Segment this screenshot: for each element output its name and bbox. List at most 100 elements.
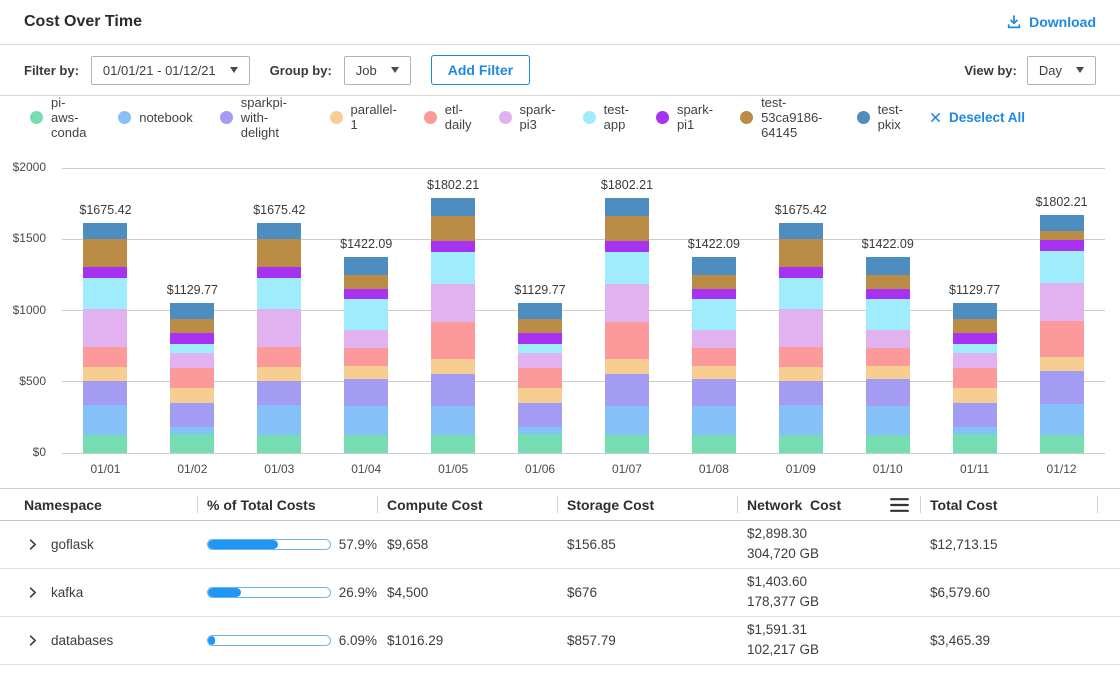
bar-segment-test-app[interactable] [170, 344, 214, 353]
view-by-select[interactable]: Day [1027, 56, 1096, 85]
bar-segment-spark-pi1[interactable] [1040, 240, 1084, 251]
expand-chevron-icon[interactable] [26, 634, 39, 647]
bar-segment-etl-daily[interactable] [779, 347, 823, 367]
bar-segment-spark-pi1[interactable] [692, 289, 736, 298]
legend-item-sparkpi-with-delight[interactable]: sparkpi-with-delight [220, 95, 303, 140]
bar-segment-parallel-1[interactable] [1040, 357, 1084, 371]
deselect-all-button[interactable]: Deselect All [930, 110, 1025, 125]
bar-segment-parallel-1[interactable] [83, 367, 127, 380]
bar-segment-pi-aws-conda[interactable] [605, 435, 649, 453]
bar-segment-pi-aws-conda[interactable] [1040, 435, 1084, 453]
bar-segment-parallel-1[interactable] [692, 366, 736, 379]
legend-item-notebook[interactable]: notebook [118, 110, 193, 125]
bar-segment-sparkpi-with-delight[interactable] [1040, 371, 1084, 404]
legend-item-etl-daily[interactable]: etl-daily [424, 102, 472, 132]
expand-chevron-icon[interactable] [26, 538, 39, 551]
bar-segment-notebook[interactable] [431, 406, 475, 435]
bar-segment-notebook[interactable] [170, 427, 214, 434]
bar-segment-sparkpi-with-delight[interactable] [953, 403, 997, 427]
bar-segment-test-pkix[interactable] [170, 303, 214, 319]
bar-segment-spark-pi3[interactable] [170, 353, 214, 367]
bar-segment-spark-pi3[interactable] [83, 309, 127, 347]
bar-segment-spark-pi3[interactable] [692, 330, 736, 347]
bar-segment-spark-pi3[interactable] [953, 353, 997, 367]
legend-item-test-53ca9186-64145[interactable]: test-53ca9186-64145 [740, 95, 830, 140]
bar-segment-etl-daily[interactable] [83, 347, 127, 367]
bar-segment-sparkpi-with-delight[interactable] [257, 381, 301, 406]
bar-segment-etl-daily[interactable] [866, 348, 910, 366]
bar-segment-sparkpi-with-delight[interactable] [866, 379, 910, 406]
bar-segment-pi-aws-conda[interactable] [344, 435, 388, 453]
bar-segment-parallel-1[interactable] [257, 367, 301, 380]
bar-segment-notebook[interactable] [83, 405, 127, 434]
bar-segment-test-app[interactable] [83, 278, 127, 310]
bar-segment-test-53ca9186-64145[interactable] [170, 319, 214, 333]
add-filter-button[interactable]: Add Filter [431, 55, 530, 85]
bar-segment-spark-pi1[interactable] [170, 333, 214, 344]
bar-segment-test-53ca9186-64145[interactable] [518, 319, 562, 333]
bar-segment-test-53ca9186-64145[interactable] [692, 275, 736, 289]
bar-segment-test-pkix[interactable] [518, 303, 562, 319]
bar-segment-test-app[interactable] [692, 299, 736, 331]
bar-segment-test-53ca9186-64145[interactable] [605, 216, 649, 241]
bar-segment-etl-daily[interactable] [170, 368, 214, 388]
table-row-databases[interactable]: databases 6.09% $1016.29 $857.79 $1,591.… [0, 617, 1120, 665]
bar-segment-test-53ca9186-64145[interactable] [431, 216, 475, 241]
download-button[interactable]: Download [1006, 14, 1096, 30]
bar-segment-notebook[interactable] [692, 406, 736, 435]
legend-item-test-pkix[interactable]: test-pkix [857, 102, 903, 132]
legend-item-test-app[interactable]: test-app [583, 102, 629, 132]
bar-segment-sparkpi-with-delight[interactable] [605, 374, 649, 406]
bar-segment-notebook[interactable] [779, 405, 823, 434]
bar-segment-spark-pi3[interactable] [1040, 283, 1084, 320]
legend-item-spark-pi1[interactable]: spark-pi1 [656, 102, 713, 132]
bar-segment-test-53ca9186-64145[interactable] [779, 239, 823, 266]
bar-segment-test-app[interactable] [344, 299, 388, 331]
bar-segment-sparkpi-with-delight[interactable] [692, 379, 736, 406]
bar-segment-test-pkix[interactable] [866, 257, 910, 275]
bar-segment-etl-daily[interactable] [431, 322, 475, 360]
bar-segment-test-app[interactable] [518, 344, 562, 353]
table-row-kafka[interactable]: kafka 26.9% $4,500 $676 $1,403.60 178,37… [0, 569, 1120, 617]
bar-segment-test-53ca9186-64145[interactable] [257, 239, 301, 266]
bar-segment-test-53ca9186-64145[interactable] [344, 275, 388, 289]
bar-segment-pi-aws-conda[interactable] [83, 435, 127, 453]
bar-segment-notebook[interactable] [344, 406, 388, 435]
legend-item-pi-aws-conda[interactable]: pi-aws-conda [30, 95, 91, 140]
bar-segment-pi-aws-conda[interactable] [866, 435, 910, 453]
bar-segment-etl-daily[interactable] [953, 368, 997, 388]
bar-segment-spark-pi1[interactable] [344, 289, 388, 298]
bar-segment-sparkpi-with-delight[interactable] [83, 381, 127, 406]
bar-segment-parallel-1[interactable] [953, 388, 997, 403]
bar-segment-spark-pi3[interactable] [344, 330, 388, 347]
bar-segment-test-53ca9186-64145[interactable] [953, 319, 997, 333]
column-header-storage-cost[interactable]: Storage Cost [557, 489, 737, 520]
bar-segment-spark-pi3[interactable] [866, 330, 910, 347]
bar-segment-spark-pi3[interactable] [257, 309, 301, 347]
bar-segment-etl-daily[interactable] [605, 322, 649, 360]
bar-segment-pi-aws-conda[interactable] [953, 434, 997, 453]
bar-segment-test-app[interactable] [1040, 251, 1084, 283]
namespace-cell[interactable]: databases [0, 633, 197, 648]
bar-segment-pi-aws-conda[interactable] [692, 435, 736, 453]
bar-segment-pi-aws-conda[interactable] [779, 435, 823, 453]
bar-segment-spark-pi1[interactable] [257, 267, 301, 278]
bar-segment-notebook[interactable] [866, 406, 910, 435]
bar-segment-test-pkix[interactable] [1040, 215, 1084, 232]
table-row-goflask[interactable]: goflask 57.9% $9,658 $156.85 $2,898.30 3… [0, 521, 1120, 569]
bar-segment-test-pkix[interactable] [953, 303, 997, 319]
bar-segment-test-app[interactable] [779, 278, 823, 310]
bar-segment-spark-pi3[interactable] [605, 284, 649, 321]
bar-segment-parallel-1[interactable] [431, 359, 475, 373]
column-header-pct-total-costs[interactable]: % of Total Costs [197, 489, 377, 520]
bar-segment-parallel-1[interactable] [605, 359, 649, 373]
bar-segment-test-app[interactable] [605, 252, 649, 284]
bar-segment-spark-pi1[interactable] [518, 333, 562, 344]
bar-segment-spark-pi3[interactable] [431, 284, 475, 321]
bar-segment-spark-pi3[interactable] [779, 309, 823, 347]
bar-segment-spark-pi1[interactable] [83, 267, 127, 278]
bar-segment-spark-pi1[interactable] [866, 289, 910, 298]
bar-segment-spark-pi1[interactable] [779, 267, 823, 278]
bar-segment-pi-aws-conda[interactable] [170, 434, 214, 453]
bar-segment-test-pkix[interactable] [605, 198, 649, 216]
